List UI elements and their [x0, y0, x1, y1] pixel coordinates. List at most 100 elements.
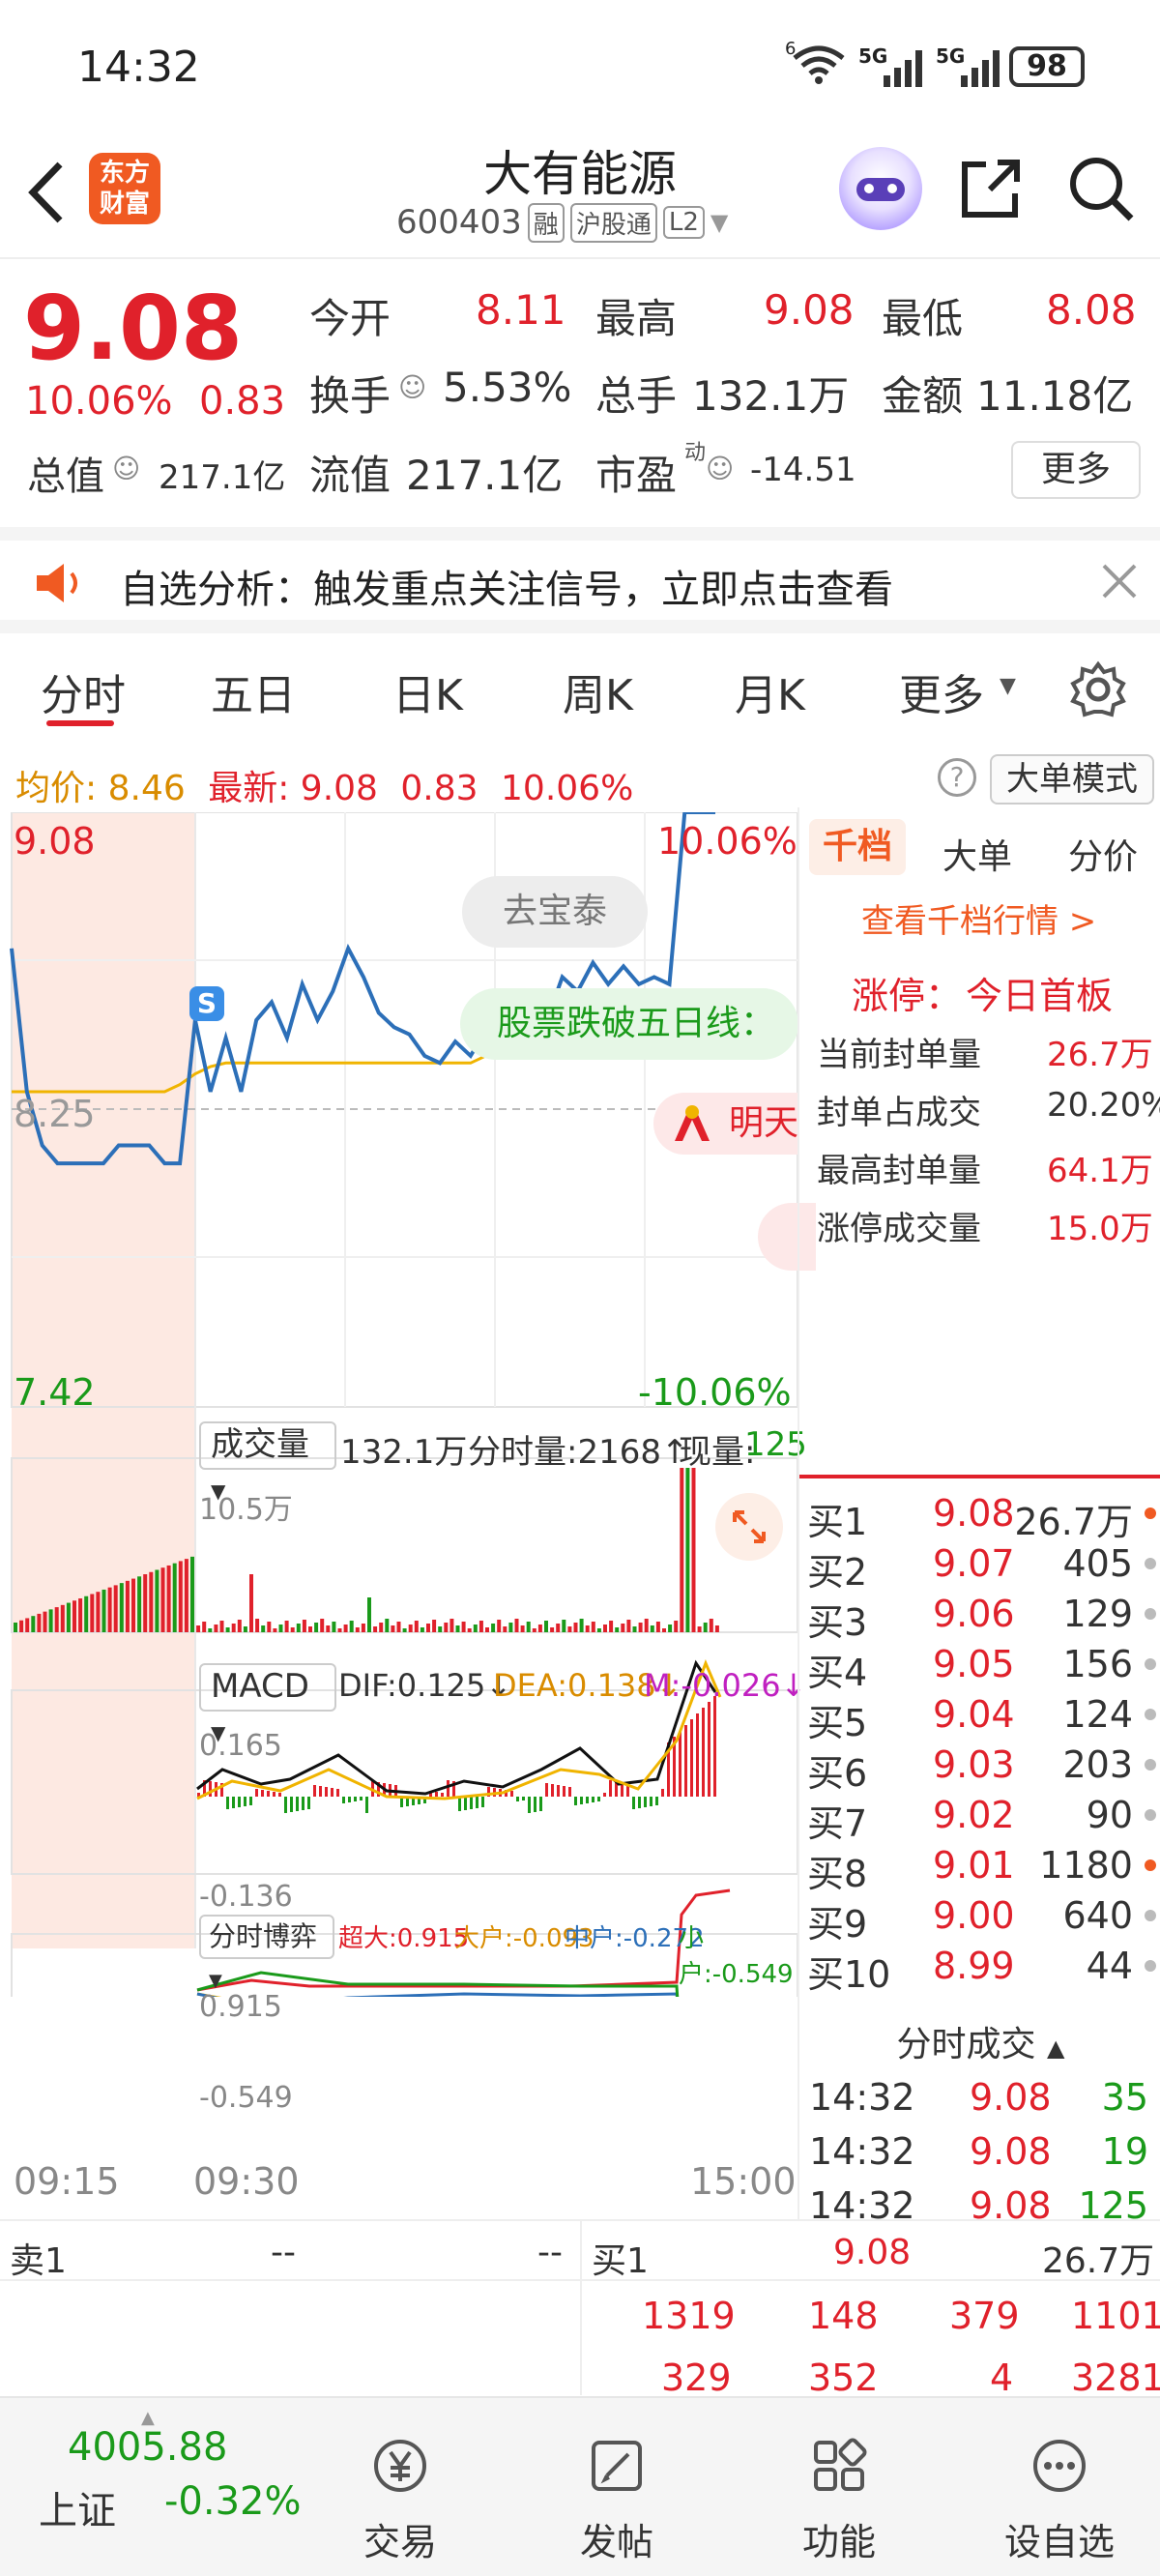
share-icon[interactable]: [957, 155, 1025, 222]
bid-level: 买1: [807, 1501, 868, 1543]
volume-label: 总手: [595, 372, 678, 420]
macd-bar: [539, 1797, 542, 1811]
sell1-price: --: [271, 2233, 296, 2272]
queue-2-1: 329: [661, 2356, 732, 2399]
seal-ratio-value: 20.20%: [1047, 1086, 1160, 1125]
limit-value: 今日首板: [966, 975, 1114, 1017]
bid-row[interactable]: 买9 9.00 640: [799, 1894, 1160, 1946]
macd-bar: [708, 1702, 710, 1797]
bid-row[interactable]: 买6 9.03 203: [799, 1743, 1160, 1795]
bid-row[interactable]: 买3 9.06 129: [799, 1593, 1160, 1644]
yuan-icon: [371, 2437, 429, 2495]
help-icon[interactable]: ?: [938, 758, 976, 797]
tab-month-k[interactable]: 月K: [735, 660, 805, 722]
tab-week-k[interactable]: 周K: [563, 660, 633, 722]
tab-price-dist[interactable]: 分价: [1068, 829, 1138, 879]
bid-level: 买3: [807, 1601, 868, 1644]
gear-icon[interactable]: [1069, 660, 1127, 718]
bid-price: 9.06: [933, 1593, 1015, 1635]
macd-bar: [244, 1797, 246, 1806]
macd-bar: [516, 1797, 519, 1801]
bid-price: 9.03: [933, 1743, 1015, 1786]
volume-bar: [166, 1565, 171, 1632]
trades-title[interactable]: 分时成交 ▲: [799, 2016, 1160, 2066]
volume-bar: [467, 1628, 472, 1632]
macd-bar: [476, 1797, 478, 1808]
bid-row[interactable]: 买7 9.02 90: [799, 1794, 1160, 1845]
tab-intraday[interactable]: 分时: [41, 660, 126, 722]
bid-row[interactable]: 买5 9.04 124: [799, 1693, 1160, 1744]
news-bubble[interactable]: 去宝泰: [462, 876, 648, 948]
tab-more[interactable]: 更多: [899, 660, 984, 722]
max-seal-label: 最高封单量: [817, 1152, 981, 1190]
volume-bar: [143, 1574, 148, 1632]
back-icon[interactable]: [21, 159, 70, 226]
robot-assistant-icon[interactable]: [839, 147, 922, 230]
nav-post[interactable]: 发帖: [510, 2398, 723, 2576]
depth-link[interactable]: 查看千档行情 >: [861, 894, 1096, 942]
macd-bar: [702, 1708, 705, 1797]
search-icon[interactable]: [1067, 155, 1137, 224]
macd-dropdown[interactable]: MACD ▼: [199, 1663, 336, 1744]
bid-price: 9.07: [933, 1542, 1015, 1585]
info-icon-3[interactable]: ☺: [706, 453, 734, 484]
buy1-price: 9.08: [833, 2233, 912, 2272]
bo-small: 小户:-0.549: [679, 1924, 794, 1989]
bid-row[interactable]: 买8 9.01 1180: [799, 1844, 1160, 1895]
sell1-label: 卖1: [10, 2241, 67, 2281]
brand-logo[interactable]: 东方 财富: [89, 153, 160, 224]
bid-row[interactable]: 买10 8.99 44: [799, 1945, 1160, 1996]
volume-bar: [60, 1604, 65, 1632]
volume-dropdown[interactable]: 成交量 ▼: [199, 1421, 336, 1503]
open-value: 8.11: [476, 286, 566, 334]
bid-dot: [1145, 1759, 1156, 1771]
macd-bar: [481, 1797, 484, 1807]
brand-line-1: 东方: [99, 159, 150, 188]
big-order-mode-button[interactable]: 大单模式: [990, 754, 1154, 805]
bid-dot: [1145, 1658, 1156, 1670]
more-dots-icon: [1030, 2437, 1088, 2495]
avg-label: 均价:: [15, 769, 98, 808]
info-icon-2[interactable]: ☺: [112, 453, 140, 484]
tab-big-order[interactable]: 大单: [942, 829, 1012, 879]
volume-bar: [31, 1616, 36, 1632]
volume-bar: [48, 1609, 53, 1632]
bid-row[interactable]: 买4 9.05 156: [799, 1643, 1160, 1694]
intraday-chart[interactable]: 均价: 8.46 最新: 9.08 0.83 10.06% ? 大单模式 9.0…: [0, 745, 1154, 2219]
volume-bar: [267, 1622, 272, 1632]
index-pct: -0.32%: [164, 2479, 302, 2524]
more-button[interactable]: 更多: [1011, 441, 1141, 499]
close-icon[interactable]: [1100, 562, 1139, 600]
volume-bar: [308, 1626, 312, 1632]
bid-row[interactable]: 买2 9.07 405: [799, 1542, 1160, 1594]
game-dropdown[interactable]: 分时博弈 ▼: [199, 1915, 334, 1991]
tab-five-day[interactable]: 五日: [211, 660, 296, 722]
macd-bar: [632, 1797, 635, 1809]
time-start-label: 09:15: [14, 2160, 120, 2203]
bid-price: 9.00: [933, 1894, 1015, 1937]
sell-signal-marker[interactable]: S: [189, 986, 224, 1021]
volume-bar: [355, 1627, 360, 1632]
bid-row[interactable]: 买1 9.08 26.7万: [799, 1492, 1160, 1543]
macd-bar: [313, 1785, 316, 1797]
high-value: 9.08: [764, 286, 855, 334]
stock-header: 东方 财富 大有能源 600403 融 沪股通 L2 ▼: [0, 135, 1160, 259]
macd-bar: [302, 1797, 304, 1810]
tab-day-k[interactable]: 日K: [392, 660, 463, 722]
notice-banner[interactable]: 自选分析：触发重点关注信号，立即点击查看: [0, 527, 1160, 633]
volume-bar: [149, 1571, 154, 1632]
info-icon[interactable]: ☺: [398, 371, 426, 403]
index-ticker[interactable]: ▲ 4005.88 上证 -0.32%: [0, 2398, 309, 2576]
signal-bubble[interactable]: 股票跌破五日线：: [460, 988, 798, 1060]
nav-trade[interactable]: 交易: [294, 2398, 507, 2576]
macd-bar: [354, 1797, 357, 1801]
nav-add-watchlist[interactable]: 设自选: [953, 2398, 1160, 2576]
expand-icon[interactable]: [715, 1493, 783, 1561]
volume-bar: [526, 1622, 531, 1632]
volume-bar: [320, 1619, 325, 1632]
volume-bar: [219, 1621, 224, 1632]
stock-code-row[interactable]: 600403 融 沪股通 L2 ▼: [396, 202, 728, 243]
macd-bar: [447, 1780, 450, 1797]
tab-depth[interactable]: 千档: [809, 819, 906, 875]
nav-function[interactable]: 功能: [733, 2398, 945, 2576]
